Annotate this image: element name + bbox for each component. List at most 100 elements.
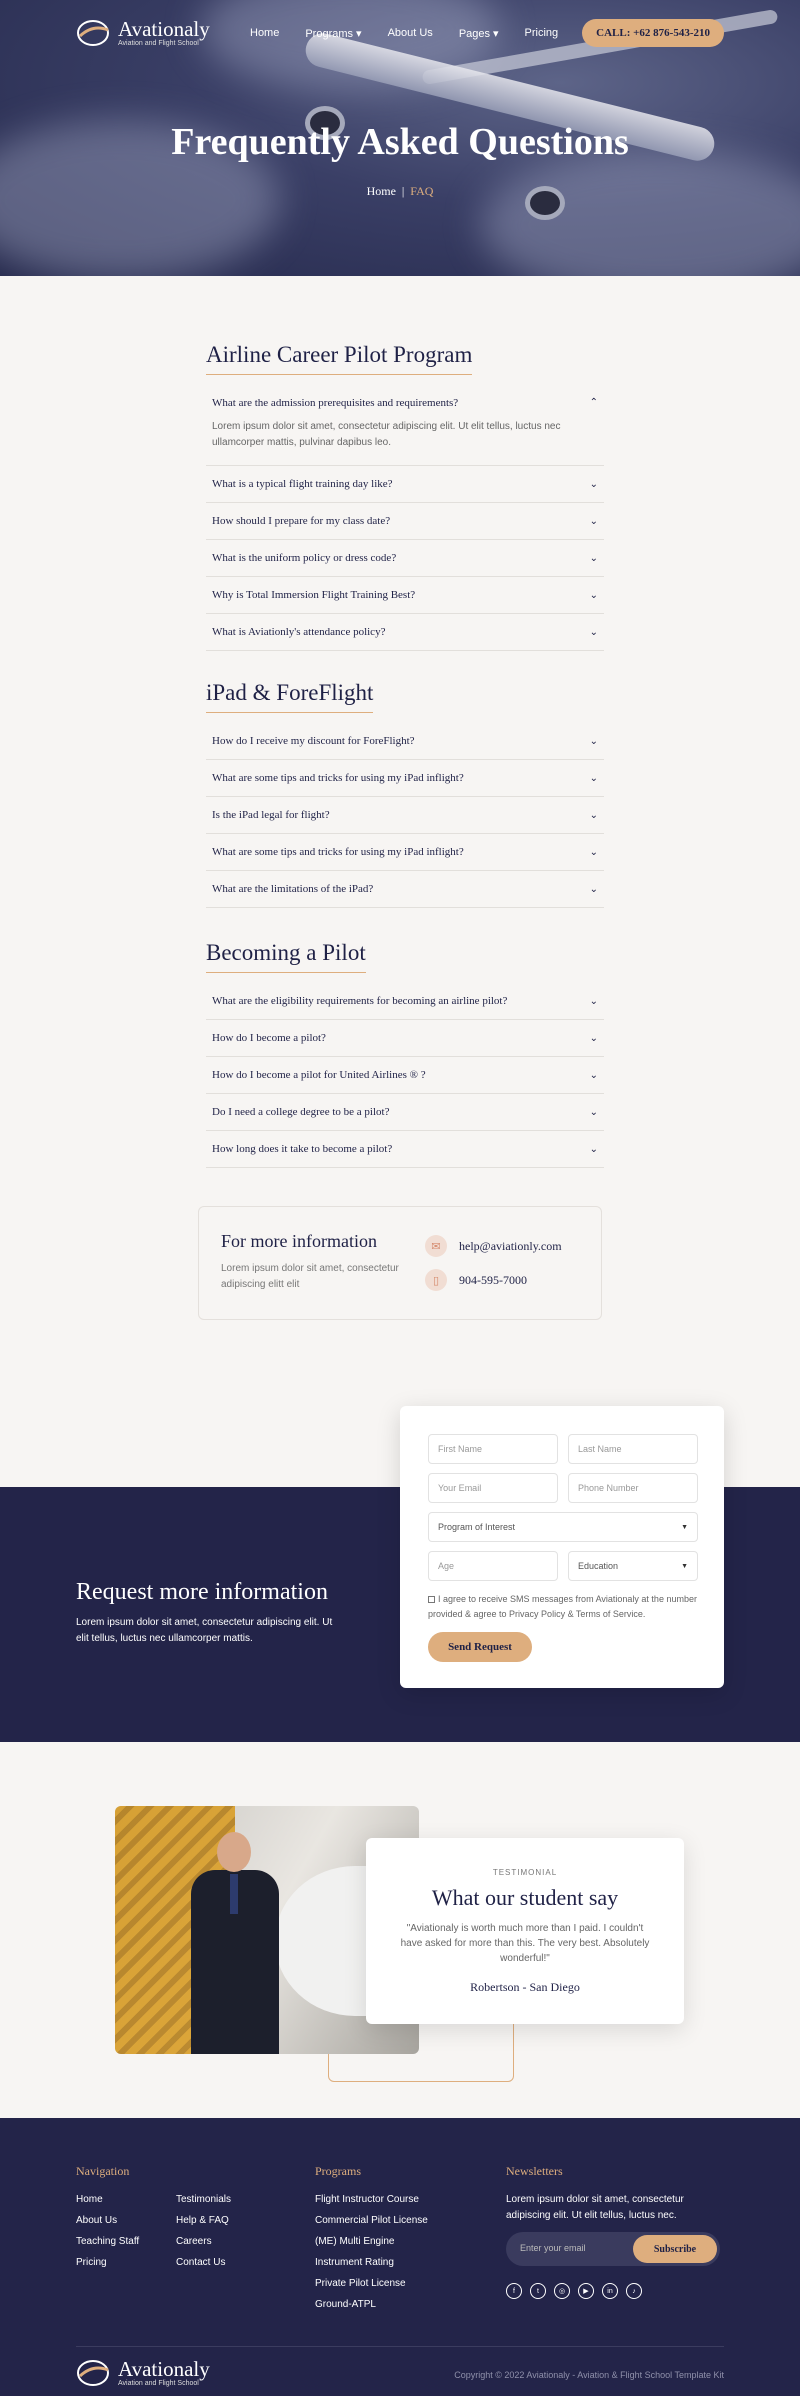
call-button[interactable]: CALL: +62 876-543-210 [582, 19, 724, 47]
faq-question: What are some tips and tricks for using … [212, 772, 464, 784]
faq-item[interactable]: What is the uniform policy or dress code… [206, 540, 604, 577]
footer-link[interactable]: Teaching Staff [76, 2236, 139, 2257]
chevron-down-icon[interactable]: ⌄ [590, 553, 598, 564]
education-select-label: Education [578, 1561, 619, 1571]
twitter-icon[interactable]: t [530, 2283, 546, 2299]
chevron-down-icon[interactable]: ⌄ [590, 996, 598, 1007]
footer-logo[interactable]: Avationaly Aviation and Flight School [76, 2358, 210, 2388]
faq-question: What is the uniform policy or dress code… [212, 552, 397, 564]
footer-link[interactable]: About Us [76, 2215, 139, 2236]
footer-programs-list: Flight Instructor Course Commercial Pilo… [315, 2194, 428, 2320]
faq-item[interactable]: How do I become a pilot? ⌄ [206, 1020, 604, 1057]
caret-down-icon: ▼ [681, 1562, 688, 1570]
age-field[interactable]: Age [428, 1551, 558, 1581]
footer-link[interactable]: Testimonials [176, 2194, 231, 2215]
faq-item[interactable]: What is a typical flight training day li… [206, 466, 604, 503]
footer-link[interactable]: Contact Us [176, 2257, 231, 2278]
faq-item[interactable]: Why is Total Immersion Flight Training B… [206, 577, 604, 614]
phone-field[interactable]: Phone Number [568, 1473, 698, 1503]
newsletter-email-input[interactable]: Enter your email [520, 2243, 586, 2253]
nav-pages[interactable]: Pages ▾ [459, 27, 499, 40]
nav-programs-label: Programs [305, 27, 354, 40]
last-name-field[interactable]: Last Name [568, 1434, 698, 1464]
faq-item[interactable]: How long does it take to become a pilot?… [206, 1131, 604, 1168]
tiktok-icon[interactable]: ♪ [626, 2283, 642, 2299]
footer-link[interactable]: Ground-ATPL [315, 2299, 428, 2320]
faq-section-becoming: Becoming a Pilot What are the eligibilit… [206, 940, 604, 1168]
footer-divider [76, 2346, 724, 2347]
education-select[interactable]: Education ▼ [568, 1551, 698, 1581]
faq-item[interactable]: Do I need a college degree to be a pilot… [206, 1094, 604, 1131]
nav-pricing[interactable]: Pricing [525, 27, 559, 40]
footer-link[interactable]: Careers [176, 2236, 231, 2257]
footer-link[interactable]: Private Pilot License [315, 2278, 428, 2299]
footer-nav-list: Testimonials Help & FAQ Careers Contact … [176, 2194, 231, 2278]
chevron-down-icon[interactable]: ⌄ [590, 627, 598, 638]
chevron-down-icon[interactable]: ⌄ [590, 1070, 598, 1081]
consent-checkbox[interactable] [428, 1596, 435, 1604]
chevron-down-icon[interactable]: ⌄ [590, 810, 598, 821]
instagram-icon[interactable]: ◎ [554, 2283, 570, 2299]
contact-email[interactable]: ✉ help@aviationly.com [425, 1235, 562, 1257]
program-select-label: Program of Interest [438, 1522, 516, 1532]
chevron-down-icon[interactable]: ⌄ [590, 1144, 598, 1155]
footer-link[interactable]: (ME) Multi Engine [315, 2236, 428, 2257]
faq-item[interactable]: What are the eligibility requirements fo… [206, 983, 604, 1020]
more-info-box: For more information Lorem ipsum dolor s… [198, 1206, 602, 1320]
more-info-text: Lorem ipsum dolor sit amet, consectetur … [221, 1263, 399, 1290]
youtube-icon[interactable]: ▶ [578, 2283, 594, 2299]
footer-link[interactable]: Pricing [76, 2257, 139, 2278]
faq-item[interactable]: How do I become a pilot for United Airli… [206, 1057, 604, 1094]
faq-item[interactable]: What are the limitations of the iPad? ⌄ [206, 871, 604, 908]
site-logo[interactable]: Avationaly Aviation and Flight School [76, 18, 210, 48]
footer-link[interactable]: Flight Instructor Course [315, 2194, 428, 2215]
footer-link[interactable]: Home [76, 2194, 139, 2215]
linkedin-icon[interactable]: in [602, 2283, 618, 2299]
faq-section-airline: Airline Career Pilot Program What are th… [206, 342, 604, 651]
chevron-down-icon[interactable]: ⌄ [590, 590, 598, 601]
faq-item[interactable]: How do I receive my discount for ForeFli… [206, 723, 604, 760]
faq-item[interactable]: What are the admission prerequisites and… [206, 385, 604, 466]
chevron-down-icon[interactable]: ⌄ [590, 884, 598, 895]
faq-item[interactable]: What are some tips and tricks for using … [206, 834, 604, 871]
logo-name: Avationaly [118, 2357, 210, 2381]
chevron-up-icon[interactable]: ⌃ [590, 397, 598, 409]
faq-item[interactable]: How should I prepare for my class date? ⌄ [206, 503, 604, 540]
program-select[interactable]: Program of Interest ▼ [428, 1512, 698, 1542]
footer-link[interactable]: Help & FAQ [176, 2215, 231, 2236]
send-request-button[interactable]: Send Request [428, 1632, 532, 1662]
nav-about[interactable]: About Us [388, 27, 433, 40]
footer-link[interactable]: Commercial Pilot License [315, 2215, 428, 2236]
chevron-down-icon[interactable]: ⌄ [590, 1033, 598, 1044]
footer-link[interactable]: Instrument Rating [315, 2257, 428, 2278]
testimonial-author: Robertson - San Diego [470, 1980, 580, 1994]
nav-home[interactable]: Home [250, 27, 279, 40]
faq-list: What are the admission prerequisites and… [206, 385, 604, 651]
faq-section-ipad: iPad & ForeFlight How do I receive my di… [206, 680, 604, 908]
subscribe-button[interactable]: Subscribe [633, 2235, 717, 2263]
faq-answer: Lorem ipsum dolor sit amet, consectetur … [212, 421, 561, 448]
chevron-down-icon[interactable]: ⌄ [590, 847, 598, 858]
faq-question: Is the iPad legal for flight? [212, 809, 330, 821]
nav-programs[interactable]: Programs ▾ [305, 27, 361, 40]
faq-item[interactable]: Is the iPad legal for flight? ⌄ [206, 797, 604, 834]
faq-question: What are some tips and tricks for using … [212, 846, 464, 858]
faq-item[interactable]: What are some tips and tricks for using … [206, 760, 604, 797]
facebook-icon[interactable]: f [506, 2283, 522, 2299]
chevron-down-icon[interactable]: ⌄ [590, 479, 598, 490]
faq-item[interactable]: What is Aviationly's attendance policy? ⌄ [206, 614, 604, 651]
first-name-field[interactable]: First Name [428, 1434, 558, 1464]
nav-pages-label: Pages [458, 27, 491, 40]
chevron-down-icon[interactable]: ⌄ [590, 1107, 598, 1118]
caret-down-icon: ▼ [681, 1523, 688, 1531]
chevron-down-icon[interactable]: ⌄ [590, 773, 598, 784]
breadcrumb-home[interactable]: Home [367, 184, 396, 198]
footer-news-heading: Newsletters [506, 2164, 563, 2178]
chevron-down-icon[interactable]: ⌄ [590, 736, 598, 747]
email-field[interactable]: Your Email [428, 1473, 558, 1503]
contact-phone[interactable]: ▯ 904-595-7000 [425, 1269, 527, 1291]
faq-question: What are the limitations of the iPad? [212, 883, 374, 895]
chevron-down-icon[interactable]: ⌄ [590, 516, 598, 527]
logo-swoosh-icon [76, 2358, 110, 2388]
pilot-head [217, 1832, 251, 1872]
